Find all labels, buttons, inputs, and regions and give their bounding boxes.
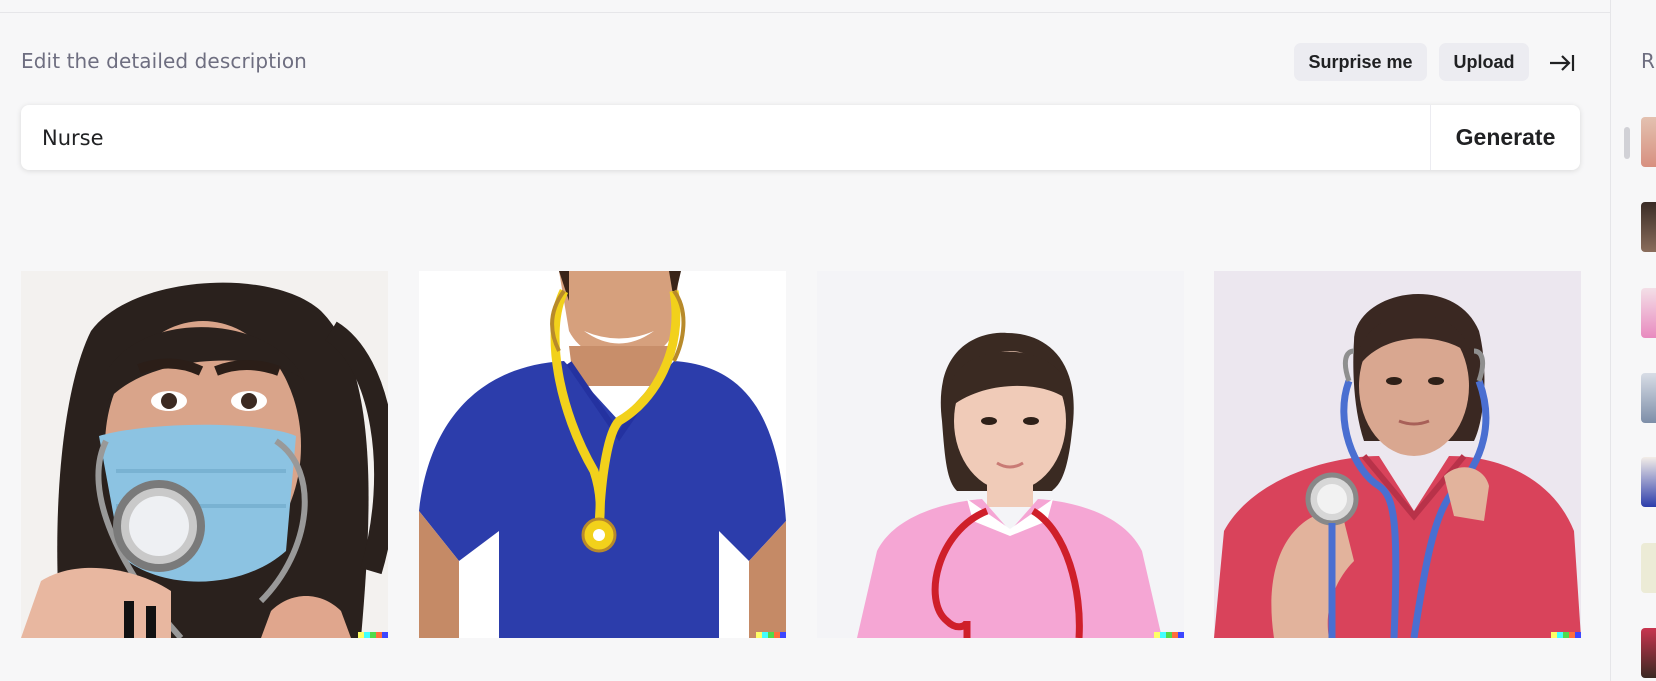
color-signature-3 — [1154, 632, 1184, 638]
color-signature-1 — [358, 632, 388, 638]
prompt-heading: Edit the detailed description — [21, 49, 307, 73]
prompt-bar: Generate — [21, 105, 1580, 170]
result-image-4[interactable] — [1214, 271, 1581, 638]
history-thumbnail-2[interactable] — [1641, 202, 1656, 252]
result-image-2-art — [419, 271, 786, 638]
result-image-1[interactable] — [21, 271, 388, 638]
history-heading: R — [1641, 49, 1655, 73]
history-thumbnail-6[interactable] — [1641, 543, 1656, 593]
collapse-panel-button[interactable] — [1546, 49, 1578, 77]
result-image-3-art — [817, 271, 1184, 638]
history-thumbnail-5[interactable] — [1641, 457, 1656, 507]
result-image-2[interactable] — [419, 271, 786, 638]
color-signature-4 — [1551, 632, 1581, 638]
history-thumbnail-7[interactable] — [1641, 628, 1656, 678]
history-thumbnail-1[interactable] — [1641, 117, 1656, 167]
result-image-3[interactable] — [817, 271, 1184, 638]
history-thumbnail-3[interactable] — [1641, 288, 1656, 338]
arrow-to-right-icon — [1550, 55, 1575, 71]
history-thumbnail-4[interactable] — [1641, 373, 1656, 423]
result-image-1-art — [21, 271, 388, 638]
editor-area: Edit the detailed description Surprise m… — [0, 0, 1610, 681]
generate-button[interactable]: Generate — [1430, 105, 1580, 170]
surprise-me-button[interactable]: Surprise me — [1294, 43, 1427, 81]
history-scrollbar[interactable] — [1624, 127, 1630, 159]
result-image-4-art — [1214, 271, 1581, 638]
color-signature-2 — [756, 632, 786, 638]
prompt-input[interactable] — [21, 105, 1430, 170]
history-panel: R — [1610, 0, 1656, 681]
upload-button[interactable]: Upload — [1439, 43, 1529, 81]
